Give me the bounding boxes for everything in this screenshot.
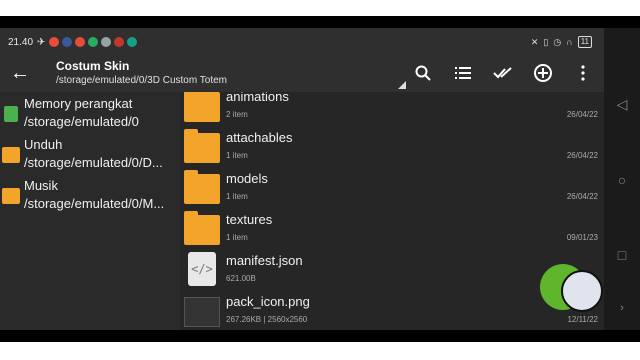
navigation-bar: ◁ ○ □ › [604,28,640,330]
phone-screen: 21.40 ✈ ✕ ▯ ◷ ∩ 11 ← Costum Skin /storag… [0,28,640,330]
search-icon[interactable] [410,62,436,84]
file-date: 26/04/22 [566,151,598,160]
file-meta: 2 item [226,110,248,119]
list-item[interactable]: textures 1 item 09/01/23 [180,209,604,250]
back-arrow-icon[interactable]: ← [10,63,30,83]
file-meta: 1 item [226,233,248,242]
notification-icon [127,37,138,47]
alarm-icon: ◷ [553,36,562,47]
file-date: 09/01/23 [566,233,598,242]
storage-location-item[interactable]: Memory perangkat /storage/emulated/0 [0,94,178,137]
list-view-icon[interactable] [450,62,476,84]
letterbox-bottom [0,330,640,342]
file-name: models [226,171,268,186]
folder-icon [184,211,220,245]
code-file-icon: </> [188,252,216,286]
select-all-icon[interactable] [490,62,516,84]
folder-icon [184,129,220,163]
notification-icon [49,37,60,47]
mute-icon: ✕ [530,36,539,47]
music-folder-icon [2,188,20,204]
battery-indicator: 11 [577,36,592,48]
status-time: 21.40 [8,36,34,48]
notification-icon [114,37,125,47]
file-name: pack_icon.png [226,294,310,309]
file-meta: 1 item [226,151,248,160]
location-name: Memory perangkat [24,96,133,111]
storage-locations-panel: Memory perangkat /storage/emulated/0 Und… [0,92,178,330]
file-name: attachables [226,130,293,145]
location-name: Musik [24,178,58,193]
screenshot: 21.40 ✈ ✕ ▯ ◷ ∩ 11 ← Costum Skin /storag… [0,0,640,360]
notification-icon [101,37,112,47]
back-nav-icon[interactable]: ◁ [614,96,630,112]
list-item[interactable]: attachables 1 item 26/04/22 [180,127,604,168]
more-options-icon[interactable] [570,62,596,84]
folder-icon [184,170,220,204]
file-date: 12/11/22 [567,315,598,324]
toolbar-actions [410,62,596,84]
file-date: 26/04/22 [566,110,598,119]
letterbox-top [0,16,640,28]
file-name: manifest.json [226,253,303,268]
download-folder-icon [2,147,20,163]
list-item[interactable]: models 1 item 26/04/22 [180,168,604,209]
file-meta: 267.26KB | 2560x2560 [226,315,308,324]
list-item[interactable]: pack_icon.png 267.26KB | 2560x2560 12/11… [180,291,604,330]
notification-icon [75,37,86,47]
vibrate-icon: ▯ [543,36,549,47]
home-nav-icon[interactable]: ○ [614,172,630,188]
notification-icon [88,37,99,47]
list-item[interactable]: animations 2 item 26/04/22 [180,92,604,127]
folder-icon [184,92,220,122]
file-date: 26/04/22 [566,192,598,201]
file-name: textures [226,212,273,227]
location-path: /storage/emulated/0/D... [24,155,163,170]
status-bar: 21.40 ✈ ✕ ▯ ◷ ∩ 11 [0,28,604,56]
chevron-right-icon[interactable]: › [614,300,630,316]
location-name: Unduh [24,137,63,152]
airplane-icon: ✈ [37,36,46,48]
image-thumbnail [184,297,220,327]
recents-nav-icon[interactable]: □ [614,247,630,263]
file-meta: 1 item [226,192,248,201]
storage-location-item[interactable]: Musik /storage/emulated/0/M... [0,176,178,219]
storage-location-item[interactable]: Unduh /storage/emulated/0/D... [0,135,178,178]
folder-path[interactable]: /storage/emulated/0/3D Custom Totem [56,75,227,86]
status-icons: ✕ ▯ ◷ ∩ 11 [531,36,592,48]
headset-icon: ∩ [566,37,573,47]
location-path: /storage/emulated/0/M... [24,196,165,211]
notification-icon [62,37,73,47]
file-meta: 621.00B [226,274,256,283]
file-name: animations [226,92,289,104]
location-path: /storage/emulated/0 [24,114,139,129]
assistive-touch-button[interactable] [561,270,603,312]
folder-title: Costum Skin [56,59,130,73]
toolbar: ← Costum Skin /storage/emulated/0/3D Cus… [0,56,604,92]
add-icon[interactable] [530,62,556,84]
path-dropdown-icon[interactable] [398,81,406,89]
phone-icon [4,106,18,122]
